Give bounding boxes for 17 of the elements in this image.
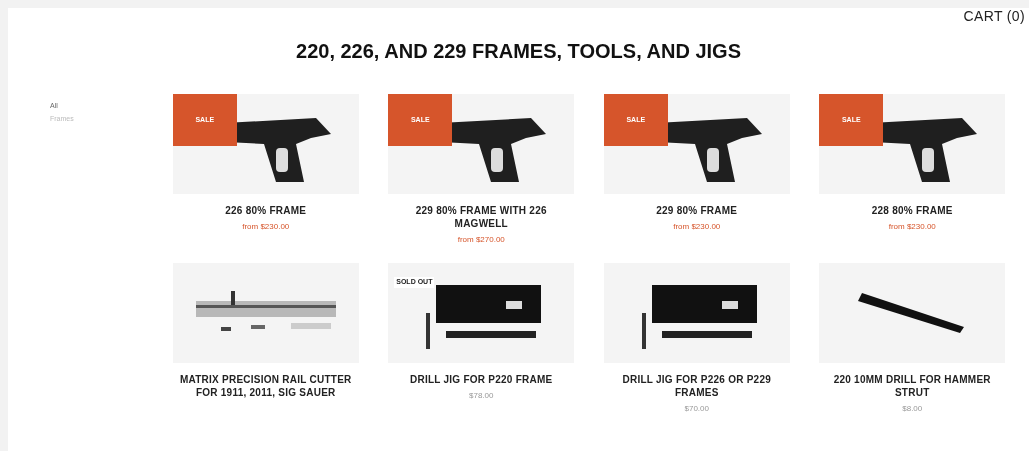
product-price: $70.00 <box>684 404 709 414</box>
cart-link[interactable]: CART (0) <box>963 8 1025 24</box>
product-price: from $270.00 <box>457 235 505 245</box>
page-title: 220, 226, AND 229 FRAMES, TOOLS, AND JIGS <box>295 40 742 62</box>
product-title[interactable]: 228 80% FRAME <box>822 204 1003 217</box>
product-price: $8.00 <box>902 404 923 414</box>
product-title[interactable]: MATRIX PRECISION RAIL CUTTER FOR 1911, 2011, SIG SAUER <box>175 373 356 399</box>
product-price: $78.00 <box>469 391 494 401</box>
product-price: from $230.00 <box>242 222 290 232</box>
product-title[interactable]: 229 80% FRAME WITH 226 MAGWELL <box>391 204 572 230</box>
product-title[interactable]: 226 80% FRAME <box>175 204 356 217</box>
product-price: from $230.00 <box>888 222 936 232</box>
product-title[interactable]: 229 80% FRAME <box>606 204 787 217</box>
product-title[interactable]: DRILL JIG FOR P226 OR P229 FRAMES <box>606 373 787 399</box>
product-title[interactable]: DRILL JIG FOR P220 FRAME <box>391 373 572 386</box>
product-price: from $230.00 <box>673 222 721 232</box>
product-title[interactable]: 220 10MM DRILL FOR HAMMER STRUT <box>822 373 1003 399</box>
